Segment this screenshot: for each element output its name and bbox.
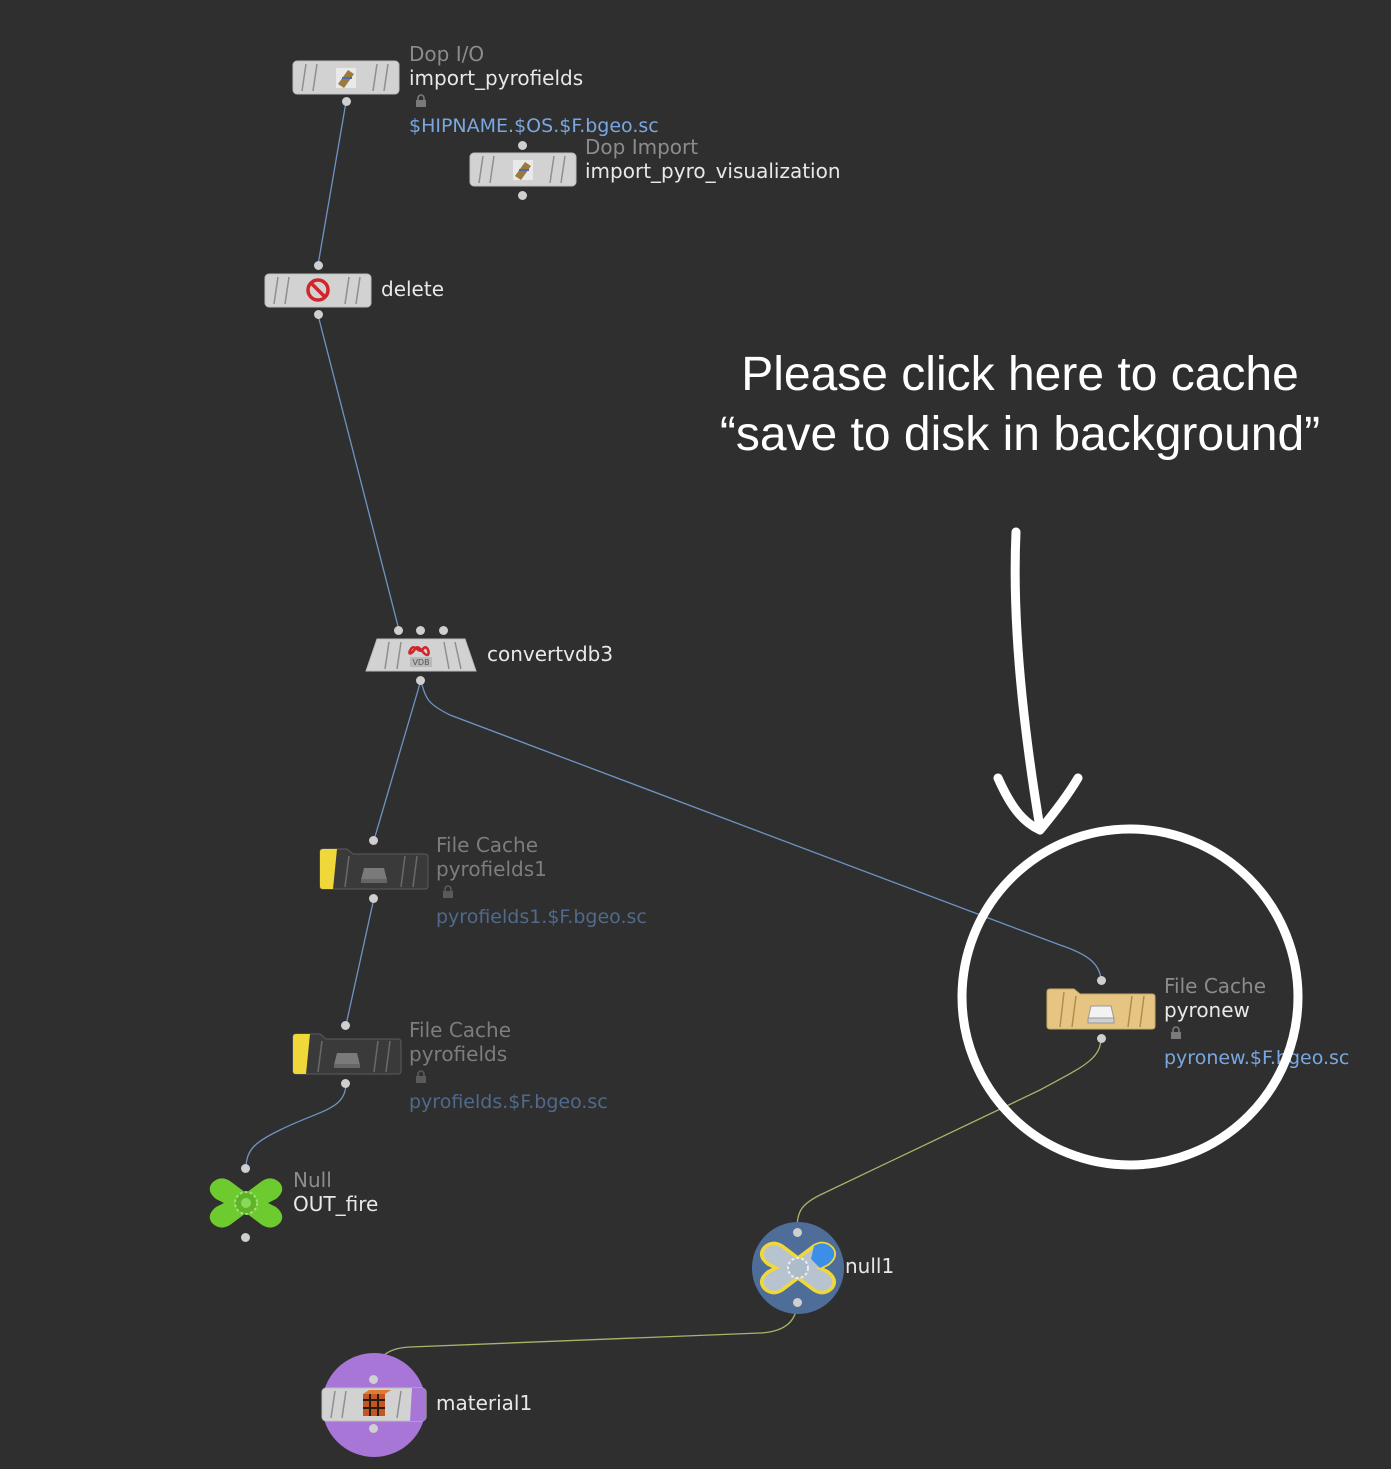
wire-convertvdb-to-pyronew (420, 679, 1102, 981)
lock-icon (1171, 1026, 1181, 1039)
input-port[interactable] (314, 261, 323, 270)
output-port[interactable] (369, 1424, 378, 1433)
node-import-pyro-visualization[interactable] (469, 152, 577, 188)
node-type-label: File Cache (409, 1018, 512, 1042)
wire-import-to-delete (317, 101, 347, 266)
wire-null1-to-material1 (373, 1301, 798, 1381)
lock-icon (416, 1070, 426, 1083)
output-port[interactable] (341, 1079, 350, 1088)
node-type-label: File Cache (1164, 974, 1267, 998)
node-pyronew[interactable] (1046, 988, 1156, 1030)
node-name-label: null1 (845, 1254, 895, 1278)
node-name-label: import_pyrofields (409, 66, 584, 90)
vdb-icon: VDB (408, 646, 432, 667)
node-type-label: Dop I/O (409, 42, 485, 66)
input-port[interactable] (1097, 976, 1106, 985)
node-name-label: pyrofields (409, 1042, 508, 1066)
wire-pyrofields1-to-pyrofields (345, 897, 375, 1026)
node-out-fire[interactable] (206, 1175, 286, 1231)
wire-delete-to-convertvdb (317, 314, 400, 631)
node-name-label: pyronew (1164, 998, 1250, 1022)
input-port[interactable] (341, 1021, 350, 1030)
node-import-pyrofields[interactable] (292, 60, 400, 96)
input-port[interactable] (518, 141, 527, 150)
node-name-label: convertvdb3 (487, 642, 614, 666)
output-port[interactable] (369, 894, 378, 903)
output-port[interactable] (1097, 1034, 1106, 1043)
input-port[interactable] (369, 836, 378, 845)
input-port[interactable] (439, 626, 448, 635)
node-name-label: pyrofields1 (436, 857, 547, 881)
wire-pyrofields-to-outfire (245, 1082, 347, 1169)
node-name-label: import_pyro_visualization (585, 159, 841, 183)
input-port[interactable] (394, 626, 403, 635)
node-delete[interactable] (264, 273, 372, 309)
wire-convertvdb-to-pyrofields1 (373, 679, 422, 841)
output-port[interactable] (416, 676, 425, 685)
node-convertvdb3[interactable]: VDB (365, 638, 477, 674)
node-pyrofields1[interactable] (319, 848, 429, 890)
arrow-head-icon (993, 773, 1083, 835)
disk-icon (1087, 1005, 1115, 1024)
dop-import-icon (513, 160, 533, 180)
arrow-icon (1010, 527, 1045, 833)
node-type-label: Null (293, 1168, 332, 1192)
lock-icon (443, 885, 453, 898)
svg-text:VDB: VDB (412, 658, 429, 667)
connection-wires (245, 101, 1102, 1381)
node-type-label: File Cache (436, 833, 539, 857)
input-port[interactable] (241, 1164, 250, 1173)
annotation-overlay (957, 527, 1303, 1170)
wire-pyronew-to-null1 (796, 1037, 1102, 1233)
disk-icon (334, 1053, 360, 1068)
node-type-label: Dop Import (585, 135, 699, 159)
output-port[interactable] (518, 191, 527, 200)
output-port[interactable] (241, 1233, 250, 1242)
annotation-text: Please click here to cache “save to disk… (640, 345, 1391, 465)
dop-import-icon (336, 68, 356, 88)
node-pyrofields[interactable] (292, 1033, 402, 1075)
node-name-label: OUT_fire (293, 1192, 379, 1216)
null-icon (209, 1178, 283, 1228)
output-path-label: pyronew.$F.bgeo.sc (1164, 1047, 1350, 1069)
output-port[interactable] (314, 310, 323, 319)
node-name-label: delete (381, 277, 445, 301)
output-port[interactable] (342, 97, 351, 106)
input-port[interactable] (793, 1228, 802, 1237)
annotation-line-1: Please click here to cache (741, 348, 1299, 401)
lock-icon (416, 94, 426, 107)
input-port[interactable] (416, 626, 425, 635)
node-material1[interactable] (321, 1352, 427, 1458)
output-port[interactable] (793, 1298, 802, 1307)
disk-icon (361, 868, 387, 883)
annotation-line-2: “save to disk in background” (719, 408, 1321, 461)
node-name-label: material1 (436, 1391, 533, 1415)
output-path-label: pyrofields1.$F.bgeo.sc (436, 906, 647, 928)
input-port[interactable] (369, 1375, 378, 1384)
output-path-label: pyrofields.$F.bgeo.sc (409, 1091, 608, 1113)
